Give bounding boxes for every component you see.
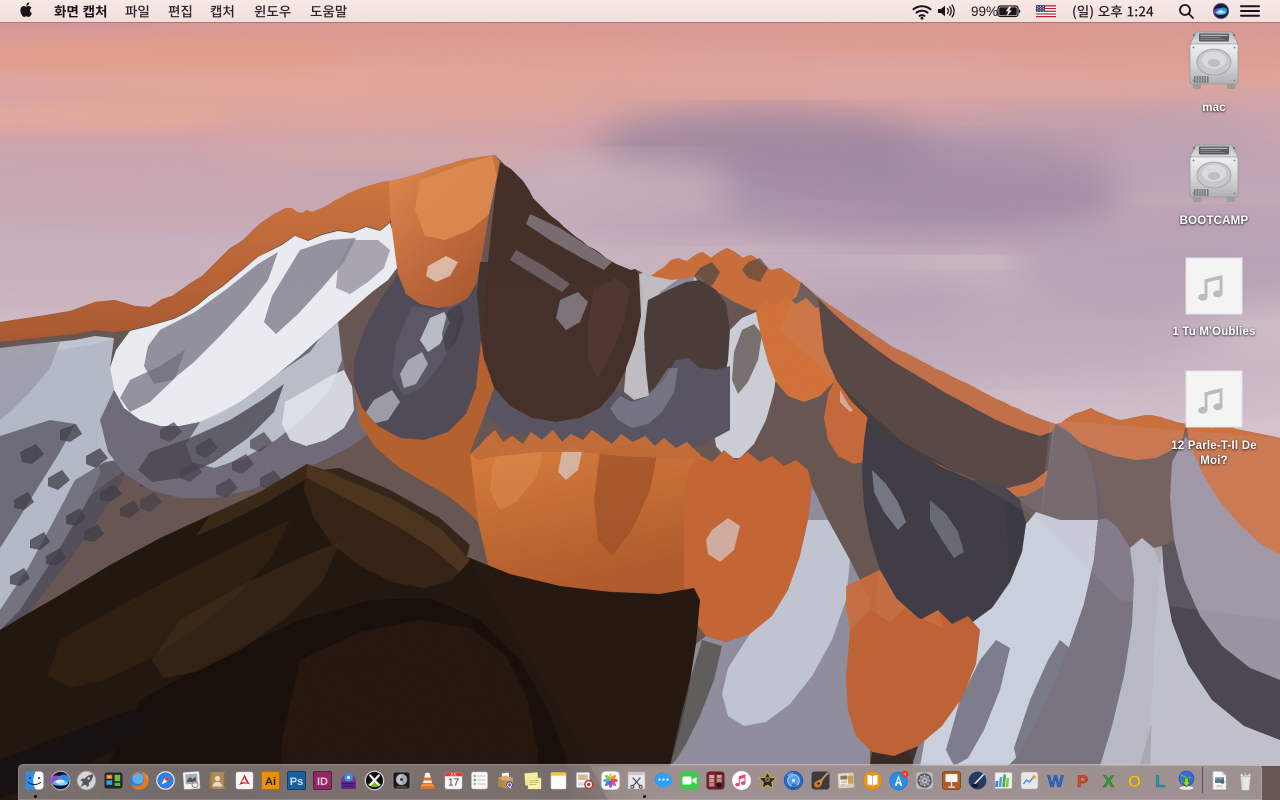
svg-text:17: 17: [448, 778, 460, 789]
svg-text:O: O: [1128, 772, 1141, 791]
svg-text:W: W: [1048, 772, 1065, 791]
svg-text:L: L: [1155, 772, 1165, 791]
svg-text:P: P: [1076, 772, 1087, 791]
svg-text:Q: Q: [507, 782, 512, 789]
svg-text:X: X: [1103, 772, 1115, 791]
svg-text:4: 4: [904, 772, 907, 778]
svg-text:ID: ID: [317, 776, 328, 788]
svg-text:JUL: JUL: [450, 773, 456, 777]
svg-text:99%: 99%: [971, 4, 998, 19]
svg-text:JPG: JPG: [1216, 785, 1223, 789]
svg-text:Ai: Ai: [265, 776, 276, 788]
svg-text:Ps: Ps: [290, 776, 303, 788]
